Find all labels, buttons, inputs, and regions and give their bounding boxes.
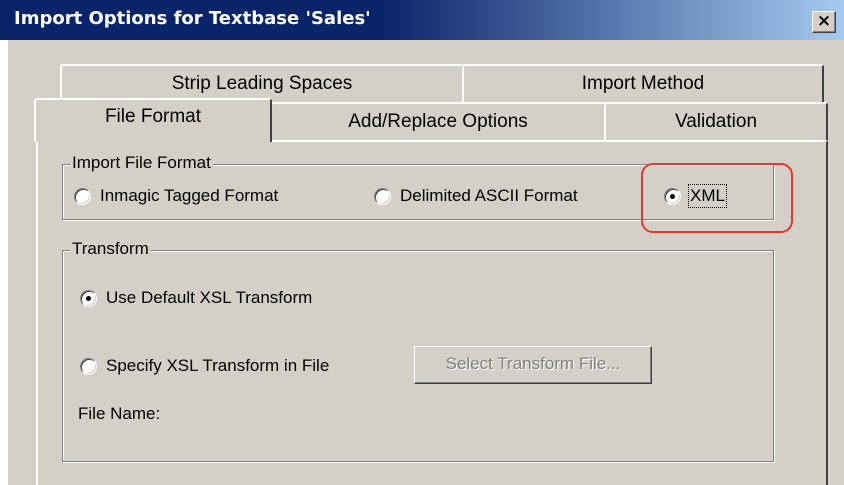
- tab-add-replace-options[interactable]: Add/Replace Options: [270, 102, 606, 140]
- file-name-label: File Name:: [78, 404, 161, 423]
- tab-validation[interactable]: Validation: [604, 102, 828, 140]
- transform-legend: Transform: [70, 239, 151, 259]
- window-title: Import Options for Textbase 'Sales': [14, 8, 371, 29]
- specify-xsl-label[interactable]: Specify XSL Transform in File: [106, 356, 329, 376]
- tab-file-format-label: File Format: [104, 106, 202, 127]
- delimited-ascii-radio[interactable]: [374, 188, 391, 205]
- use-default-xsl-radio[interactable]: [80, 290, 97, 307]
- close-icon: ×: [816, 11, 832, 31]
- inmagic-tagged-label[interactable]: Inmagic Tagged Format: [100, 186, 278, 206]
- use-default-xsl-label[interactable]: Use Default XSL Transform: [106, 288, 312, 308]
- specify-xsl-radio[interactable]: [80, 358, 97, 375]
- tab-strip-leading-spaces-label: Strip Leading Spaces: [171, 73, 353, 94]
- tab-add-replace-options-label: Add/Replace Options: [348, 111, 528, 132]
- close-button[interactable]: ×: [812, 11, 836, 33]
- tab-import-method-label: Import Method: [581, 73, 705, 94]
- select-transform-file-button[interactable]: Select Transform File...: [414, 346, 652, 384]
- tab-validation-label: Validation: [674, 111, 758, 132]
- delimited-ascii-label[interactable]: Delimited ASCII Format: [400, 186, 578, 206]
- import-file-format-legend: Import File Format: [70, 153, 213, 173]
- title-bar: Import Options for Textbase 'Sales' ×: [0, 0, 844, 40]
- tab-import-method[interactable]: Import Method: [462, 64, 824, 104]
- tab-file-format[interactable]: File Format: [34, 98, 272, 142]
- xml-highlight-annotation: [641, 163, 793, 233]
- inmagic-tagged-radio[interactable]: [74, 188, 91, 205]
